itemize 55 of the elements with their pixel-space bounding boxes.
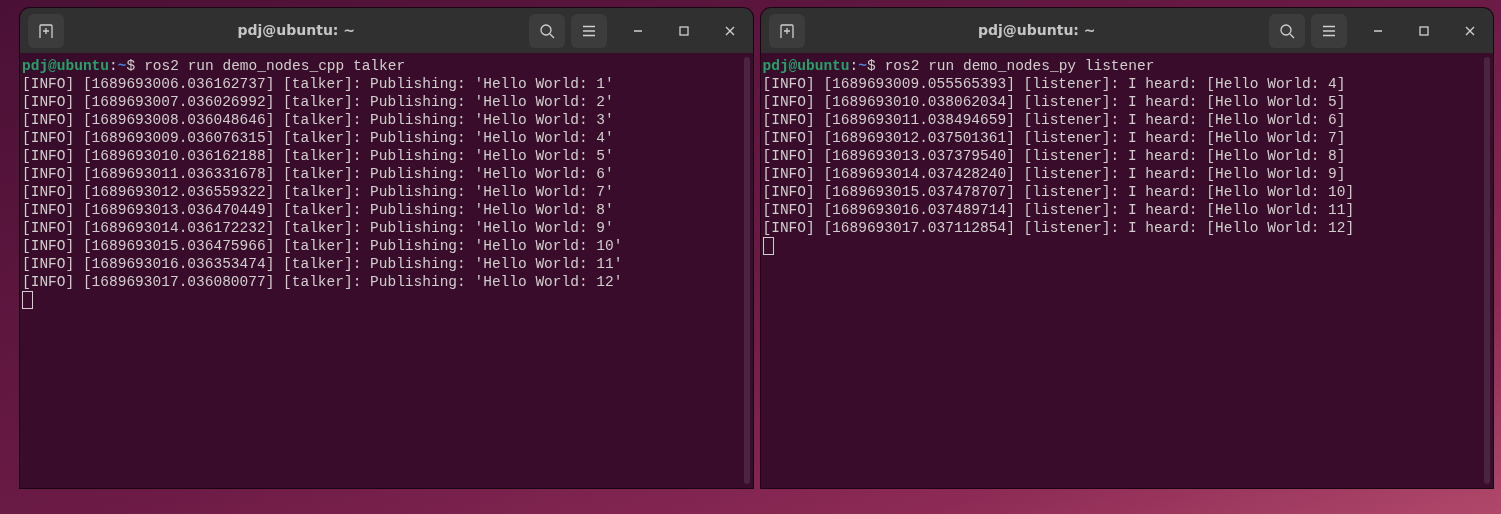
- log-line: [INFO] [1689693015.036475966] [talker]: Publishing: 'Hello World: 10': [22, 237, 623, 255]
- log-line: [INFO] [1689693015.037478707] [listener]: I heard: [Hello World: 10]: [762, 183, 1355, 201]
- log-line: [INFO] [1689693016.036353474] [talker]: Publishing: 'Hello World: 11': [22, 255, 623, 273]
- log-line: [INFO] [1689693017.037112854] [listener]: I heard: [Hello World: 12]: [762, 219, 1355, 237]
- search-button[interactable]: [1269, 13, 1305, 48]
- log-line: [INFO] [1689693009.055565393] [listener]: I heard: [Hello World: 4]: [762, 75, 1346, 93]
- prompt-path: ~: [858, 58, 867, 74]
- prompt-user-host: pdj@ubuntu: [22, 58, 109, 74]
- search-icon: [538, 22, 555, 39]
- log-line: [INFO] [1689693017.036080077] [talker]: Publishing: 'Hello World: 12': [22, 273, 623, 291]
- command-text: ros2 run demo_nodes_cpp talker: [144, 58, 406, 74]
- text-cursor: [22, 291, 33, 309]
- log-line: [INFO] [1689693007.036026992] [talker]: Publishing: 'Hello World: 2': [22, 93, 614, 111]
- text-cursor: [762, 237, 774, 255]
- maximize-icon: [1419, 25, 1429, 36]
- minimize-icon: [632, 29, 643, 32]
- new-tab-icon: [778, 22, 795, 39]
- new-tab-button[interactable]: [768, 13, 805, 48]
- maximize-icon: [678, 25, 689, 36]
- log-line: [INFO] [1689693014.036172232] [talker]: Publishing: 'Hello World: 9': [22, 219, 614, 237]
- log-line: [INFO] [1689693012.037501361] [listener]: I heard: [Hello World: 7]: [762, 129, 1346, 147]
- new-tab-button[interactable]: [28, 13, 64, 48]
- log-line: [INFO] [1689693010.036162188] [talker]: Publishing: 'Hello World: 5': [22, 147, 614, 165]
- log-line: [INFO] [1689693009.036076315] [talker]: Publishing: 'Hello World: 4': [22, 129, 614, 147]
- log-line: [INFO] [1689693011.038494659] [listener]: I heard: [Hello World: 6]: [762, 111, 1346, 129]
- log-line: [INFO] [1689693013.037379540] [listener]: I heard: [Hello World: 8]: [762, 147, 1346, 165]
- log-line: [INFO] [1689693010.038062034] [listener]: I heard: [Hello World: 5]: [762, 93, 1346, 111]
- log-line: [INFO] [1689693012.036559322] [talker]: Publishing: 'Hello World: 7': [22, 183, 614, 201]
- close-icon: [724, 25, 735, 36]
- prompt-path: ~: [117, 58, 127, 74]
- menu-button[interactable]: [570, 13, 607, 48]
- scrollbar[interactable]: [1484, 57, 1490, 484]
- command-text: ros2 run demo_nodes_py listener: [884, 58, 1155, 74]
- log-line: [INFO] [1689693014.037428240] [listener]: I heard: [Hello World: 9]: [762, 165, 1346, 183]
- scrollbar[interactable]: [743, 57, 750, 484]
- minimize-icon: [1373, 29, 1383, 32]
- log-line: [INFO] [1689693008.036048646] [talker]: Publishing: 'Hello World: 3': [22, 111, 614, 129]
- prompt-symbol: $: [126, 58, 136, 74]
- window-title: pdj@ubuntu: ~: [236, 21, 357, 40]
- close-icon: [1465, 25, 1475, 36]
- window-title: pdj@ubuntu: ~: [976, 21, 1097, 40]
- prompt-symbol: $: [866, 58, 876, 74]
- prompt-user-host: pdj@ubuntu: [762, 58, 850, 74]
- log-line: [INFO] [1689693011.036331678] [talker]: Publishing: 'Hello World: 6': [22, 165, 614, 183]
- log-line: [INFO] [1689693013.036470449] [talker]: Publishing: 'Hello World: 8': [22, 201, 614, 219]
- log-line: [INFO] [1689693016.037489714] [listener]: I heard: [Hello World: 11]: [762, 201, 1355, 219]
- search-icon: [1279, 22, 1295, 39]
- prompt-separator: :: [109, 58, 118, 74]
- prompt-separator: :: [849, 58, 859, 74]
- menu-icon: [1322, 24, 1336, 37]
- menu-icon: [581, 24, 596, 37]
- new-tab-icon: [38, 22, 54, 39]
- search-button[interactable]: [528, 13, 565, 48]
- menu-button[interactable]: [1311, 13, 1347, 48]
- log-line: [INFO] [1689693006.036162737] [talker]: Publishing: 'Hello World: 1': [22, 75, 614, 93]
